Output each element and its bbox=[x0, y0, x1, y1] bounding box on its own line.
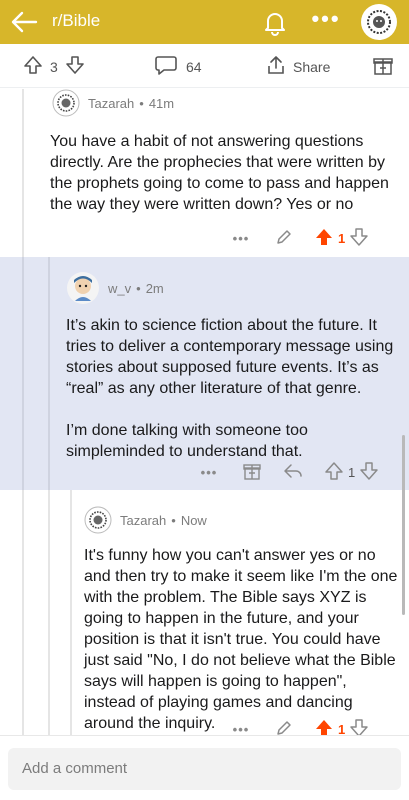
comment-body: It's funny how you can't answer yes or n… bbox=[84, 545, 400, 734]
reply-icon[interactable] bbox=[282, 461, 304, 484]
vote-count: 3 bbox=[50, 58, 58, 75]
comment-icon bbox=[154, 54, 178, 79]
scrollbar[interactable] bbox=[402, 435, 405, 615]
comment-actions: ••• 1 bbox=[228, 227, 369, 250]
comment-header: Tazarah • Now bbox=[84, 506, 207, 534]
comment-author[interactable]: w_v bbox=[108, 281, 131, 296]
comment-actions: ••• 1 bbox=[196, 461, 379, 484]
separator-dot: • bbox=[171, 512, 176, 528]
lion-avatar-icon[interactable] bbox=[84, 506, 112, 534]
vote-group: 3 bbox=[22, 54, 86, 79]
downvote-icon[interactable] bbox=[349, 227, 369, 250]
bell-icon[interactable] bbox=[259, 6, 291, 38]
share-button[interactable]: Share bbox=[265, 54, 330, 79]
comment: Tazarah • 41m You have a habit of not an… bbox=[0, 89, 409, 257]
share-icon bbox=[265, 54, 287, 79]
comment-body: It’s akin to science fiction about the f… bbox=[66, 315, 396, 462]
comment-author[interactable]: Tazarah bbox=[88, 96, 134, 111]
more-icon[interactable]: ••• bbox=[196, 465, 222, 480]
award-icon[interactable] bbox=[242, 461, 262, 484]
comment-body: You have a habit of not answering questi… bbox=[50, 131, 400, 215]
comment-paragraph: I’m done talking with someone too simple… bbox=[66, 422, 308, 460]
thread-line[interactable] bbox=[22, 89, 24, 257]
share-label: Share bbox=[293, 58, 331, 75]
upvote-icon[interactable] bbox=[22, 54, 44, 79]
subreddit-title[interactable]: r/Bible bbox=[52, 11, 100, 31]
add-comment-input[interactable]: Add a comment bbox=[8, 748, 401, 790]
comment-time: 41m bbox=[148, 95, 175, 111]
top-bar: r/Bible ••• bbox=[0, 0, 409, 44]
comment-score: 1 bbox=[338, 231, 346, 246]
lion-avatar-icon[interactable] bbox=[52, 89, 80, 117]
comment-time: Now bbox=[180, 512, 207, 528]
comments-button[interactable]: 64 bbox=[154, 54, 202, 79]
comment-header: Tazarah • 41m bbox=[52, 89, 174, 117]
comment-author[interactable]: Tazarah bbox=[120, 513, 166, 528]
downvote-icon[interactable] bbox=[64, 54, 86, 79]
comment-paragraph: It's funny how you can't answer yes or n… bbox=[84, 547, 398, 732]
thread-line[interactable] bbox=[70, 490, 72, 735]
comment-paragraph: You have a habit of not answering questi… bbox=[50, 133, 389, 213]
upvote-icon[interactable] bbox=[324, 461, 344, 484]
comment-time: 2m bbox=[145, 280, 164, 296]
separator-dot: • bbox=[136, 280, 141, 296]
award-icon[interactable] bbox=[372, 54, 394, 76]
comment: Tazarah • Now It's funny how you can't a… bbox=[0, 490, 409, 737]
comment: w_v • 2m It’s akin to science fiction ab… bbox=[0, 257, 409, 490]
comment-header: w_v • 2m bbox=[66, 271, 164, 305]
back-arrow-icon[interactable] bbox=[8, 6, 40, 38]
post-action-bar: 3 64 Share bbox=[0, 44, 409, 88]
separator-dot: • bbox=[139, 95, 144, 111]
thread-line[interactable] bbox=[48, 490, 50, 735]
user-avatar-icon[interactable] bbox=[66, 271, 100, 305]
thread-line[interactable] bbox=[48, 257, 50, 490]
comment-score: 1 bbox=[348, 465, 356, 480]
edit-icon[interactable] bbox=[274, 227, 294, 250]
comment-paragraph: It’s akin to science fiction about the f… bbox=[66, 317, 394, 397]
more-icon[interactable]: ••• bbox=[310, 8, 342, 36]
more-icon[interactable]: ••• bbox=[228, 231, 254, 246]
upvote-icon[interactable] bbox=[314, 227, 334, 250]
thread-line[interactable] bbox=[22, 257, 24, 490]
thread-line[interactable] bbox=[22, 490, 24, 735]
lion-avatar-icon[interactable] bbox=[361, 4, 397, 40]
comment-count: 64 bbox=[186, 58, 202, 75]
comment-composer: Add a comment bbox=[0, 735, 409, 800]
downvote-icon[interactable] bbox=[359, 461, 379, 484]
